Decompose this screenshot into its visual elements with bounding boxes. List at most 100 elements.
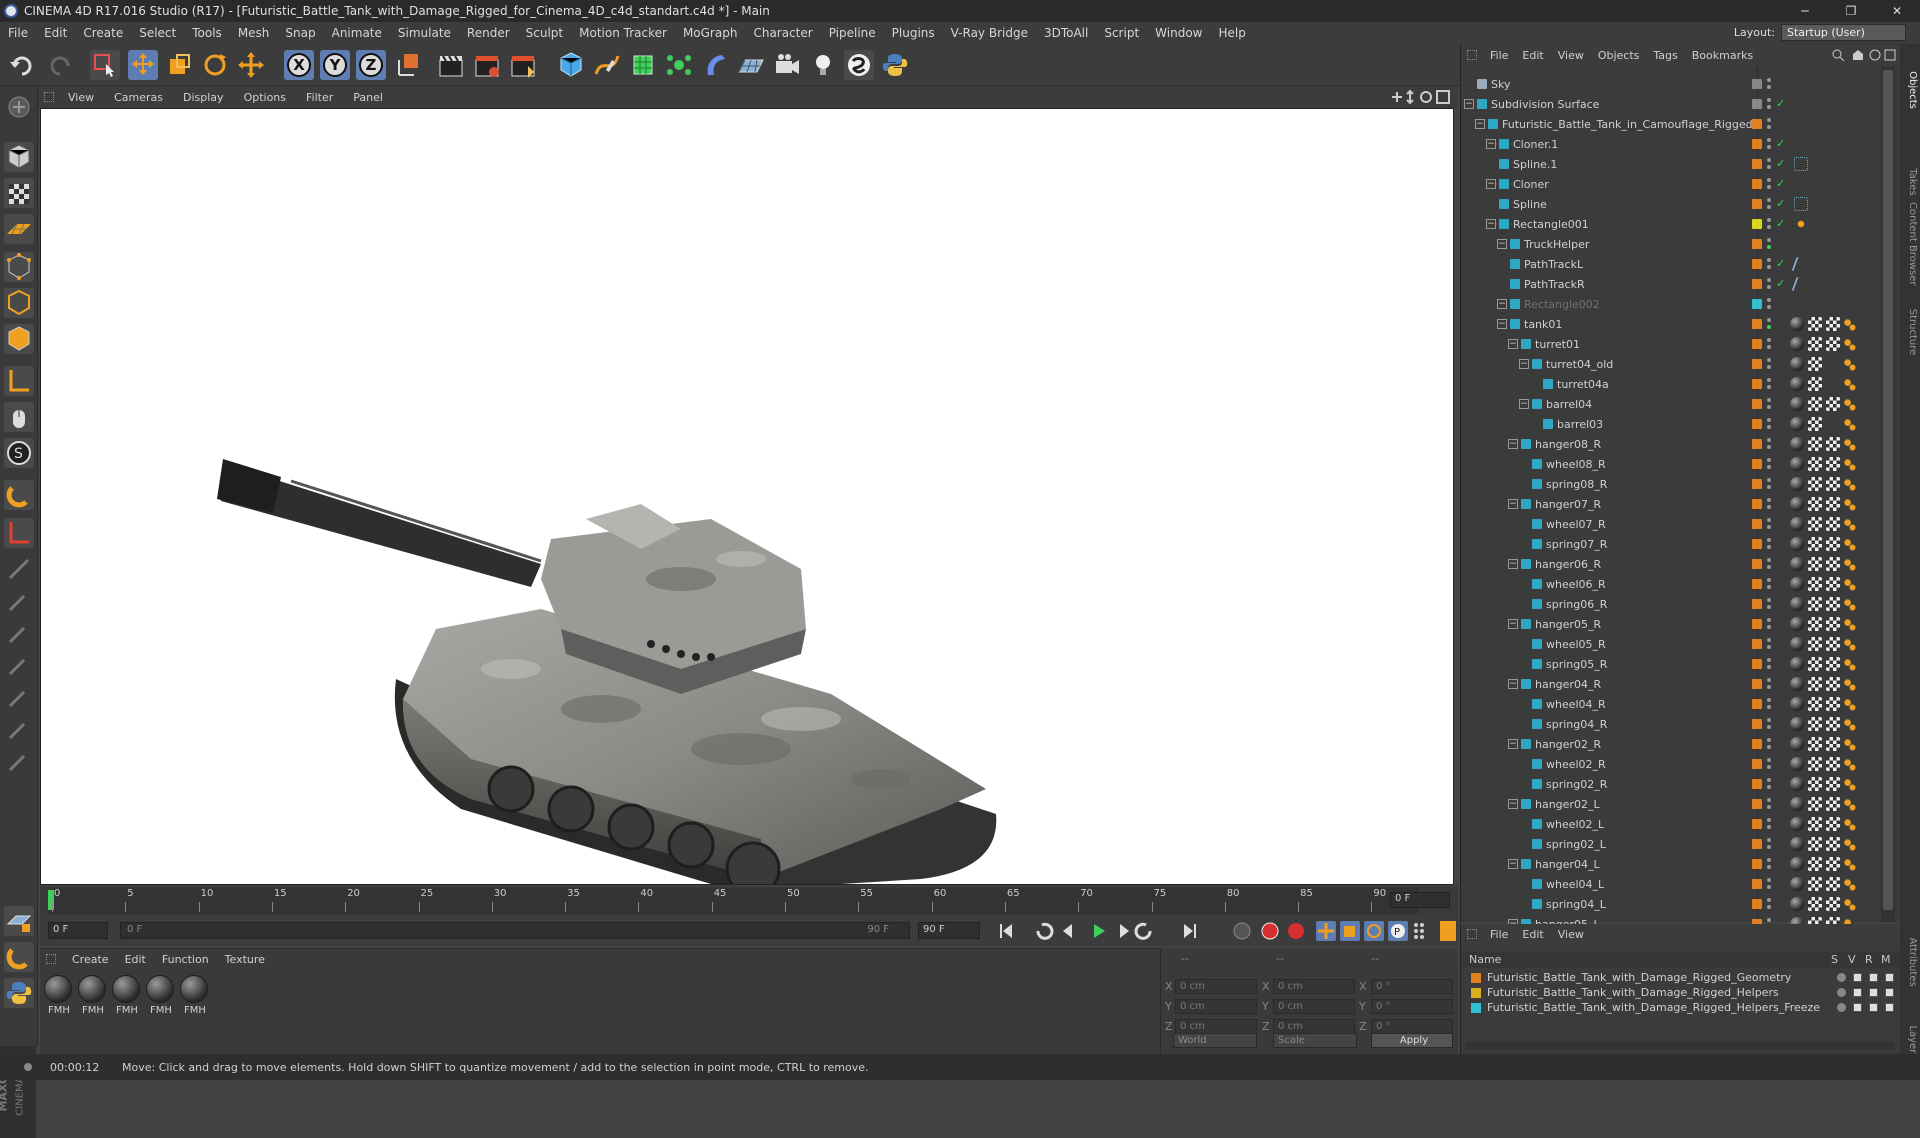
- side-tab-content-browser[interactable]: Content Browser: [1902, 202, 1918, 285]
- layer-color-icon[interactable]: [1752, 299, 1762, 309]
- render-visibility-dot[interactable]: [1767, 165, 1771, 169]
- uvw-tag-icon[interactable]: [1808, 377, 1822, 391]
- object-row[interactable]: −Spline.1: [1464, 154, 1754, 174]
- editor-visibility-dot[interactable]: [1767, 838, 1771, 842]
- texture-tag-icon[interactable]: [1826, 817, 1840, 831]
- menu-motion-tracker[interactable]: Motion Tracker: [571, 26, 675, 40]
- material-tag-icon[interactable]: [1790, 317, 1804, 331]
- uvw-tag-icon[interactable]: [1808, 337, 1822, 351]
- material-tag-icon[interactable]: [1790, 537, 1804, 551]
- render-visibility-dot[interactable]: [1767, 105, 1771, 109]
- render-visibility-dot[interactable]: [1767, 765, 1771, 769]
- render-visibility-dot[interactable]: [1767, 905, 1771, 909]
- render-toggle-icon[interactable]: [1869, 988, 1878, 997]
- layer-color-icon[interactable]: [1752, 199, 1762, 209]
- expand-toggle-icon[interactable]: −: [1486, 179, 1496, 189]
- layer-color-icon[interactable]: [1752, 839, 1762, 849]
- material-tag-icon[interactable]: [1790, 857, 1804, 871]
- points-mode-button[interactable]: [4, 252, 34, 282]
- layer-color-swatch[interactable]: [1471, 972, 1481, 983]
- texture-tag-icon[interactable]: [1826, 697, 1840, 711]
- enabled-check-icon[interactable]: ✓: [1776, 217, 1785, 230]
- object-menu-objects[interactable]: Objects: [1591, 49, 1647, 62]
- selection-tag-icon[interactable]: [1842, 877, 1856, 891]
- texture-tag-icon[interactable]: [1826, 837, 1840, 851]
- material-tag-icon[interactable]: [1790, 557, 1804, 571]
- layer-color-icon[interactable]: [1752, 759, 1762, 769]
- editor-visibility-dot[interactable]: [1767, 638, 1771, 642]
- menu-select[interactable]: Select: [131, 26, 184, 40]
- uvw-tag-icon[interactable]: [1808, 457, 1822, 471]
- texture-tag-icon[interactable]: [1826, 717, 1840, 731]
- texture-tag-icon[interactable]: [1826, 777, 1840, 791]
- magnet-workplane-button[interactable]: [4, 942, 34, 972]
- uvw-tag-icon[interactable]: [1808, 777, 1822, 791]
- render-visibility-dot[interactable]: [1767, 645, 1771, 649]
- menu-render[interactable]: Render: [459, 26, 518, 40]
- render-visibility-dot[interactable]: [1767, 85, 1771, 89]
- object-manager-tools[interactable]: [1831, 48, 1897, 62]
- layer-color-icon[interactable]: [1752, 259, 1762, 269]
- layer-color-icon[interactable]: [1752, 819, 1762, 829]
- layer-color-icon[interactable]: [1752, 699, 1762, 709]
- live-selection-button[interactable]: [90, 50, 120, 80]
- editor-visibility-dot[interactable]: [1767, 798, 1771, 802]
- uvw-tag-icon[interactable]: [1808, 717, 1822, 731]
- object-row[interactable]: −wheel06_R: [1464, 574, 1754, 594]
- layer-color-icon[interactable]: [1752, 339, 1762, 349]
- expand-toggle-icon[interactable]: −: [1519, 359, 1529, 369]
- layer-color-icon[interactable]: [1752, 579, 1762, 589]
- render-visibility-dot[interactable]: [1767, 785, 1771, 789]
- layer-scrollbar[interactable]: [1465, 1042, 1895, 1050]
- menu-animate[interactable]: Animate: [324, 26, 390, 40]
- editor-visibility-dot[interactable]: [1767, 618, 1771, 622]
- python-console-button[interactable]: [4, 978, 34, 1008]
- render-visibility-dot[interactable]: [1767, 545, 1771, 549]
- playback-controls[interactable]: [990, 920, 1230, 942]
- object-row[interactable]: −spring08_R: [1464, 474, 1754, 494]
- object-row[interactable]: − Cloner: [1464, 174, 1754, 194]
- object-row[interactable]: −wheel02_R: [1464, 754, 1754, 774]
- editor-visibility-dot[interactable]: [1767, 658, 1771, 662]
- menu-create[interactable]: Create: [75, 26, 131, 40]
- selection-tag-icon[interactable]: [1842, 317, 1856, 331]
- layer-color-icon[interactable]: [1752, 559, 1762, 569]
- editor-visibility-dot[interactable]: [1767, 378, 1771, 382]
- render-visibility-dot[interactable]: [1767, 465, 1771, 469]
- texture-tag-icon[interactable]: [1826, 597, 1840, 611]
- texture-tag-icon[interactable]: [1826, 437, 1840, 451]
- layer-color-icon[interactable]: [1752, 719, 1762, 729]
- uvw-tag-icon[interactable]: [1808, 657, 1822, 671]
- mograph-cloner-button[interactable]: [664, 50, 694, 80]
- material-tag-icon[interactable]: [1790, 477, 1804, 491]
- render-visibility-dot[interactable]: [1767, 305, 1771, 309]
- render-visibility-dot[interactable]: [1767, 625, 1771, 629]
- object-row[interactable]: −spring07_R: [1464, 534, 1754, 554]
- layer-color-swatch[interactable]: [1471, 987, 1481, 998]
- expand-toggle-icon[interactable]: −: [1486, 219, 1496, 229]
- layer-color-icon[interactable]: [1752, 779, 1762, 789]
- frame-range-slider[interactable]: 0 F 90 F: [120, 922, 910, 939]
- layer-color-icon[interactable]: [1752, 539, 1762, 549]
- manager-toggle-icon[interactable]: [1885, 1003, 1894, 1012]
- layer-color-icon[interactable]: [1752, 499, 1762, 509]
- layer-menu-edit[interactable]: Edit: [1515, 928, 1550, 941]
- rotation-field[interactable]: 0 °: [1371, 1019, 1453, 1034]
- texture-tag-icon[interactable]: [1826, 657, 1840, 671]
- render-visibility-dot[interactable]: [1767, 885, 1771, 889]
- layer-color-icon[interactable]: [1752, 519, 1762, 529]
- texture-mode-button[interactable]: [4, 178, 34, 208]
- editor-visibility-dot[interactable]: [1767, 318, 1771, 322]
- uvw-tag-icon[interactable]: [1808, 497, 1822, 511]
- pen-spline-button[interactable]: [592, 50, 622, 80]
- view-toggle-icon[interactable]: [1853, 973, 1862, 982]
- render-visibility-dot[interactable]: [1767, 505, 1771, 509]
- material-tag-icon[interactable]: [1790, 497, 1804, 511]
- texture-tag-icon[interactable]: [1826, 677, 1840, 691]
- object-menu-bookmarks[interactable]: Bookmarks: [1685, 49, 1760, 62]
- material-tag-icon[interactable]: [1790, 877, 1804, 891]
- snap-button[interactable]: S: [4, 438, 34, 468]
- material-tag-icon[interactable]: [1790, 657, 1804, 671]
- selection-tag-icon[interactable]: [1842, 537, 1856, 551]
- render-toggle-icon[interactable]: [1869, 1003, 1878, 1012]
